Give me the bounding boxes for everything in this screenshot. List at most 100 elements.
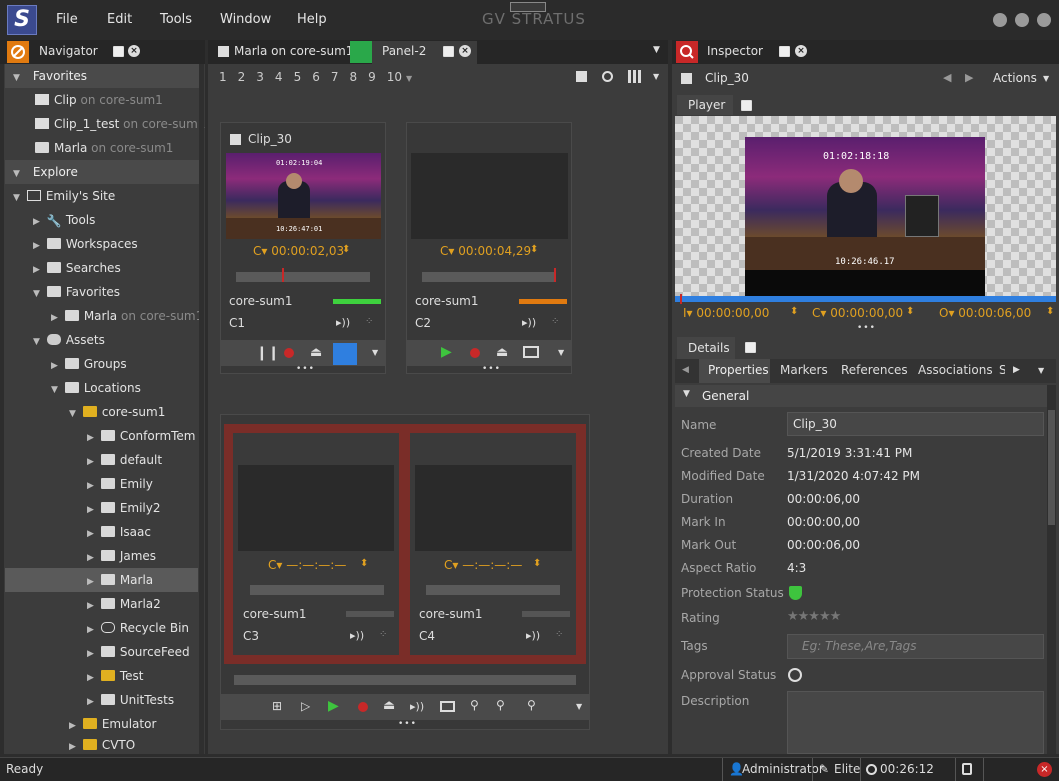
record-icon[interactable]: [284, 348, 294, 358]
playhead-marker[interactable]: [680, 294, 682, 304]
record-icon[interactable]: [358, 702, 368, 712]
spin-icon[interactable]: ⬍: [533, 558, 541, 569]
play-icon[interactable]: ▶: [328, 698, 339, 714]
stream-button[interactable]: [333, 343, 357, 365]
tab-marla[interactable]: Marla on core-sum1: [234, 41, 353, 63]
eject-icon[interactable]: ⏏: [310, 345, 322, 360]
subtab-truncated[interactable]: S: [999, 363, 1005, 377]
play-icon[interactable]: ▶: [441, 344, 452, 360]
settings-dots-icon[interactable]: ⁘: [555, 629, 563, 640]
eject-icon[interactable]: ⏏: [496, 345, 508, 360]
audio-icon[interactable]: ▸)): [336, 316, 350, 329]
page-10[interactable]: 10: [387, 70, 402, 84]
favorite-item[interactable]: Clip on core-sum1: [5, 88, 198, 112]
save-icon[interactable]: [576, 71, 587, 82]
scrollbar-thumb[interactable]: [1048, 410, 1055, 525]
menu-tools[interactable]: Tools: [160, 12, 192, 27]
drag-dots[interactable]: •••: [857, 323, 876, 333]
tree-item-searches[interactable]: ▶ Searches: [5, 256, 198, 280]
current-tc[interactable]: C▾ 00:00:00,00: [812, 306, 903, 320]
tree-item-folder[interactable]: ▶ UnitTests: [5, 688, 198, 712]
timecode-display[interactable]: C▾ 00:00:02,03: [253, 244, 344, 258]
tab-inspector[interactable]: Inspector: [707, 41, 763, 63]
actions-menu[interactable]: Actions: [993, 71, 1037, 85]
approval-status-icon[interactable]: [788, 668, 802, 682]
playhead-marker[interactable]: [282, 268, 284, 282]
prev-icon[interactable]: ◀: [943, 71, 951, 84]
timecode-display[interactable]: C▾ —:—:—:—: [444, 558, 522, 572]
stream-icon[interactable]: [523, 346, 539, 358]
close-button[interactable]: [1037, 13, 1051, 27]
close-icon[interactable]: ×: [128, 45, 140, 57]
chevron-down-icon[interactable]: ▼: [653, 45, 660, 55]
page-1[interactable]: 1: [219, 70, 227, 84]
undock-icon[interactable]: [443, 46, 454, 57]
tab-details[interactable]: Details: [688, 341, 730, 355]
tree-item-folder[interactable]: ▶ ConformTem: [5, 424, 198, 448]
favorites-header[interactable]: ▼ Favorites: [5, 64, 204, 88]
spin-icon[interactable]: ⬍: [342, 244, 350, 255]
menu-window[interactable]: Window: [220, 12, 271, 27]
chevron-down-icon[interactable]: ▼: [1038, 366, 1044, 375]
favorite-item[interactable]: Clip_1_test on core-sum1: [5, 112, 205, 136]
chevron-down-icon[interactable]: ▼: [372, 348, 378, 357]
navigator-scrollbar[interactable]: [199, 64, 204, 754]
drag-dots[interactable]: •••: [482, 364, 501, 374]
audio-icon[interactable]: ▸)): [526, 629, 540, 642]
settings-dots-icon[interactable]: ⁘: [379, 629, 387, 640]
tree-item-recycle[interactable]: ▶ Recycle Bin: [5, 616, 198, 640]
rating-stars[interactable]: ★★★★★: [787, 609, 841, 624]
scrub-bar[interactable]: [426, 585, 560, 595]
drag-dots[interactable]: •••: [398, 719, 417, 729]
maximize-button[interactable]: [1015, 13, 1029, 27]
audio-icon[interactable]: ▸)): [350, 629, 364, 642]
pause-icon[interactable]: ❙❙: [256, 345, 279, 361]
page-7[interactable]: 7: [331, 70, 339, 84]
tree-item-core-sum1[interactable]: ▼ core-sum1: [5, 400, 198, 424]
group-scrub-bar[interactable]: [234, 675, 576, 685]
expand-icon[interactable]: ▼: [683, 389, 690, 399]
close-icon[interactable]: ×: [459, 45, 471, 57]
audio-icon[interactable]: ▸)): [522, 316, 536, 329]
subtab-markers[interactable]: Markers: [780, 363, 828, 377]
audio-icon[interactable]: ▸)): [410, 700, 424, 713]
add-clip-icon[interactable]: ⊞: [272, 699, 282, 713]
drag-dots[interactable]: •••: [296, 364, 315, 374]
page-4[interactable]: 4: [275, 70, 283, 84]
page-2[interactable]: 2: [238, 70, 246, 84]
tab-player[interactable]: Player: [688, 98, 725, 112]
scrub-bar[interactable]: [250, 585, 384, 595]
tree-item-emulator[interactable]: ▶ Emulator: [5, 712, 198, 736]
chevron-down-icon[interactable]: ▼: [653, 72, 659, 81]
explore-header[interactable]: ▼ Explore: [5, 160, 204, 184]
next-icon[interactable]: ▶: [965, 71, 973, 84]
scroll-left-icon[interactable]: ◀: [682, 365, 689, 375]
settings-dots-icon[interactable]: ⁘: [551, 316, 559, 327]
stream-icon[interactable]: [440, 701, 455, 712]
tree-item-tools[interactable]: ▶ 🔧 Tools: [5, 208, 198, 232]
grid-layout-icon[interactable]: [628, 70, 641, 83]
subtab-properties[interactable]: Properties: [708, 363, 769, 377]
tree-item-site[interactable]: ▼ Emily's Site: [5, 184, 198, 208]
spin-icon[interactable]: ⬍: [530, 244, 538, 255]
undock-icon[interactable]: [741, 100, 752, 111]
tree-item-favorites[interactable]: ▼ Favorites: [5, 280, 198, 304]
tree-item-assets[interactable]: ▼ Assets: [5, 328, 198, 352]
minimize-button[interactable]: [993, 13, 1007, 27]
favorite-item[interactable]: Marla on core-sum1: [5, 136, 198, 160]
timecode-display[interactable]: C▾ 00:00:04,29: [440, 244, 531, 258]
spin-icon[interactable]: ⬍: [906, 306, 914, 317]
tree-item-folder[interactable]: ▶ default: [5, 448, 198, 472]
page-6[interactable]: 6: [312, 70, 320, 84]
mark-out-icon[interactable]: ⚲: [527, 698, 536, 712]
undock-icon[interactable]: [779, 46, 790, 57]
tree-item-locations[interactable]: ▼ Locations: [5, 376, 198, 400]
tree-item-folder[interactable]: ▶ Marla2: [5, 592, 198, 616]
tree-item-folder-selected[interactable]: ▶ Marla: [5, 568, 198, 592]
close-icon[interactable]: ×: [795, 45, 807, 57]
page-8[interactable]: 8: [349, 70, 357, 84]
tab-panel-2[interactable]: Panel-2: [382, 41, 426, 63]
tree-item-folder[interactable]: ▶ Isaac: [5, 520, 198, 544]
record-icon[interactable]: [470, 348, 480, 358]
undock-icon[interactable]: [745, 342, 756, 353]
